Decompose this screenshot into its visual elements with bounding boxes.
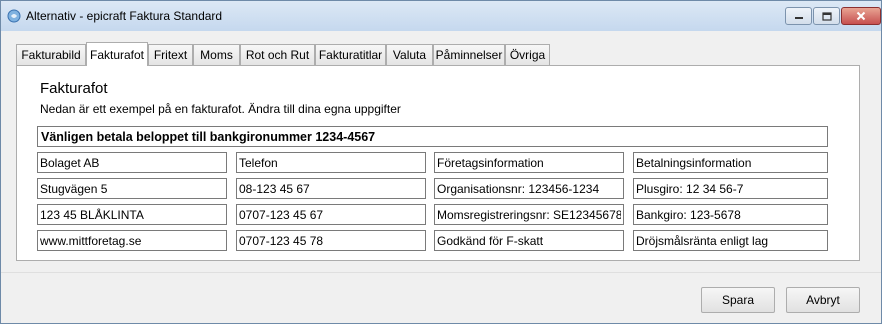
dialog-content: Fakturabild Fakturafot Fritext Moms Rot … — [1, 31, 881, 323]
footer-field-r4c1[interactable] — [37, 230, 227, 251]
invoice-footer-panel: Fakturafot Nedan är ett exempel på en fa… — [16, 65, 860, 261]
minimize-icon — [794, 17, 803, 19]
tab-fakturafot[interactable]: Fakturafot — [86, 42, 148, 66]
footer-field-r3c3[interactable] — [434, 204, 624, 225]
footer-field-r3c2[interactable] — [236, 204, 426, 225]
options-window: Alternativ - epicraft Faktura Standard F… — [0, 0, 882, 324]
footer-field-r2c1[interactable] — [37, 178, 227, 199]
close-button[interactable] — [841, 7, 881, 25]
tab-fakturatitlar[interactable]: Fakturatitlar — [315, 44, 386, 65]
payment-instruction-field[interactable] — [37, 126, 828, 147]
footer-field-r4c2[interactable] — [236, 230, 426, 251]
tab-moms[interactable]: Moms — [193, 44, 240, 65]
footer-field-r3c1[interactable] — [37, 204, 227, 225]
close-icon — [856, 11, 866, 21]
footer-field-r4c3[interactable] — [434, 230, 624, 251]
button-area-divider — [1, 272, 881, 273]
epicraft-logo-icon — [7, 9, 21, 23]
footer-field-r1c2[interactable] — [236, 152, 426, 173]
tab-valuta[interactable]: Valuta — [386, 44, 433, 65]
tab-fakturabild[interactable]: Fakturabild — [16, 44, 86, 65]
footer-field-r4c4[interactable] — [633, 230, 828, 251]
minimize-button[interactable] — [785, 7, 812, 25]
footer-field-r1c4[interactable] — [633, 152, 828, 173]
cancel-button[interactable]: Avbryt — [786, 287, 860, 313]
window-title: Alternativ - epicraft Faktura Standard — [26, 9, 223, 23]
footer-field-r1c1[interactable] — [37, 152, 227, 173]
tab-ovriga[interactable]: Övriga — [505, 44, 550, 65]
footer-field-r3c4[interactable] — [633, 204, 828, 225]
footer-field-r2c3[interactable] — [434, 178, 624, 199]
panel-title: Fakturafot — [40, 80, 108, 97]
footer-field-r2c4[interactable] — [633, 178, 828, 199]
tab-rot-och-rut[interactable]: Rot och Rut — [240, 44, 315, 65]
tab-paminnelser[interactable]: Påminnelser — [433, 44, 505, 65]
panel-description: Nedan är ett exempel på en fakturafot. Ä… — [40, 102, 401, 116]
tab-fritext[interactable]: Fritext — [148, 44, 193, 65]
footer-field-r2c2[interactable] — [236, 178, 426, 199]
save-button[interactable]: Spara — [701, 287, 775, 313]
title-bar[interactable]: Alternativ - epicraft Faktura Standard — [1, 1, 881, 31]
maximize-icon — [821, 11, 832, 21]
maximize-button[interactable] — [813, 7, 840, 25]
footer-field-r1c3[interactable] — [434, 152, 624, 173]
